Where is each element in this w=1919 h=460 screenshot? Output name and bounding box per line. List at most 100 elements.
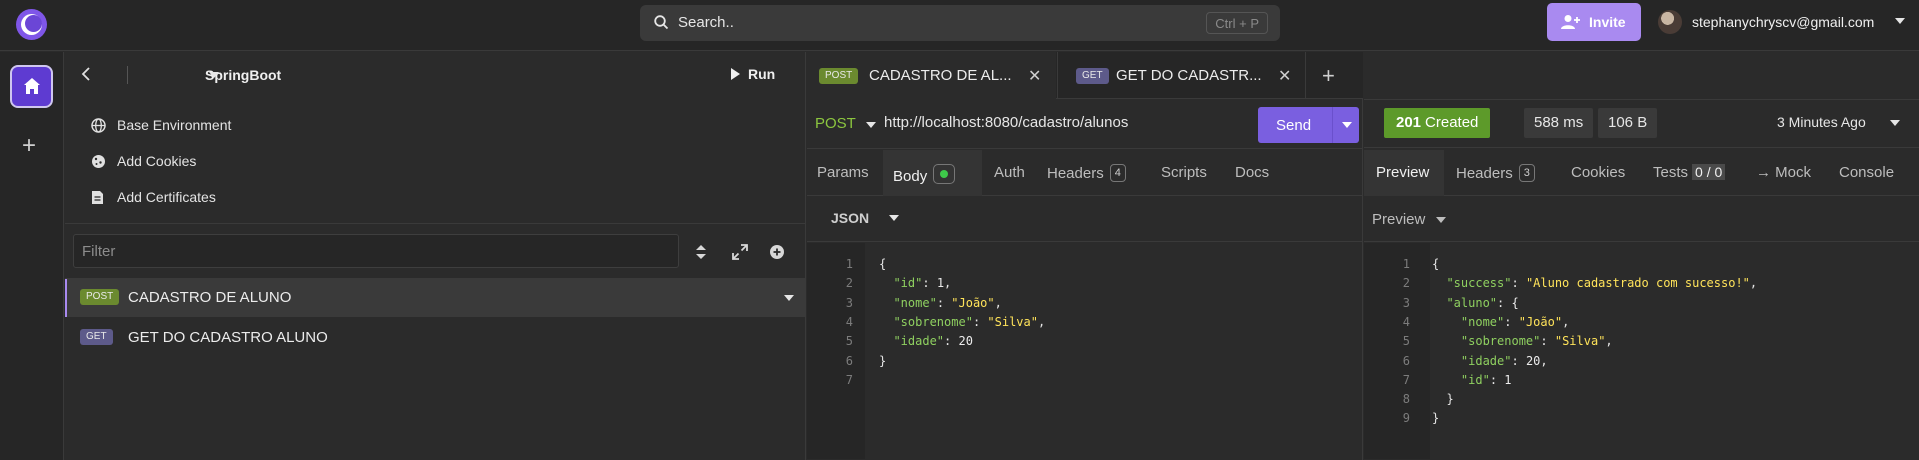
chevron-down-icon[interactable]: [784, 295, 794, 301]
response-body-viewer: 1 {2 "success": "Aluno cadastrado com suc…: [1364, 243, 1919, 459]
body-type-label: JSON: [831, 210, 870, 226]
tab-label: Console: [1839, 164, 1895, 181]
close-icon[interactable]: ✕: [1028, 66, 1041, 86]
request-body-editor[interactable]: 1 {2 "id": 1, 3 "nome": "João", 4 "sobrenom…: [807, 243, 1363, 459]
status-code: 201: [1396, 114, 1422, 131]
line-number: 1: [1402, 257, 1410, 271]
app-logo-icon[interactable]: [16, 9, 47, 40]
tab-mock[interactable]: → Mock: [1756, 150, 1811, 196]
home-icon: [24, 78, 40, 94]
url-bar: POST http://localhost:8080/cadastro/alun…: [807, 100, 1363, 149]
chevron-down-icon[interactable]: [866, 122, 876, 128]
close-icon[interactable]: ✕: [1278, 66, 1291, 86]
search-shortcut: Ctrl + P: [1206, 12, 1268, 34]
top-bar: Search.. Ctrl + P Invite stephanychryscv…: [0, 0, 1919, 51]
tab-auth[interactable]: Auth: [994, 150, 1025, 196]
line-number: 4: [1402, 314, 1410, 329]
cookie-icon: [92, 155, 105, 168]
add-user-icon: [1561, 15, 1580, 29]
line-number: 6: [1402, 353, 1410, 368]
add-request-icon[interactable]: [769, 244, 785, 260]
avatar[interactable]: [1658, 10, 1682, 34]
code-line: "aluno": {: [1446, 295, 1519, 310]
tab-params[interactable]: Params: [817, 150, 869, 196]
tab-preview[interactable]: Preview: [1364, 150, 1444, 196]
code-line: "idade": 20: [893, 334, 973, 349]
tab-label: Preview: [1376, 164, 1430, 181]
tab-headers[interactable]: Headers 3: [1456, 150, 1535, 196]
add-tab-icon[interactable]: +: [1322, 63, 1335, 89]
back-arrow-icon[interactable]: [81, 66, 91, 82]
request-tab[interactable]: GET GET DO CADASTR... ✕: [1057, 52, 1306, 99]
run-label: Run: [748, 66, 776, 82]
chevron-down-icon[interactable]: [1342, 122, 1352, 128]
tab-console[interactable]: Console: [1839, 150, 1894, 196]
tab-scripts[interactable]: Scripts: [1161, 150, 1207, 196]
line-number: 2: [845, 276, 853, 291]
sidebar: SpringBoot Run Base Environment Add Cook…: [65, 52, 806, 460]
request-tab[interactable]: POST CADASTRO DE AL... ✕: [807, 52, 1056, 99]
tab-cookies[interactable]: Cookies: [1571, 150, 1625, 196]
preview-mode-select[interactable]: Preview: [1364, 197, 1919, 242]
tab-label: Docs: [1235, 164, 1270, 181]
method-badge: GET: [1076, 68, 1109, 84]
expand-icon[interactable]: [732, 244, 748, 260]
code-line: {: [1432, 257, 1440, 271]
send-button[interactable]: Send: [1258, 107, 1359, 143]
add-project-icon[interactable]: +: [22, 132, 36, 160]
request-subtabs: Params Body Auth Headers 4 Scripts Docs: [807, 150, 1363, 196]
request-name: GET DO CADASTRO ALUNO: [128, 329, 328, 346]
line-number: 7: [845, 372, 853, 387]
response-subtabs: Preview Headers 3 Cookies Tests 0 / 0 → Mo…: [1364, 150, 1919, 196]
code-line: }: [1432, 392, 1454, 407]
left-rail: +: [0, 52, 64, 460]
code-line: }: [1432, 411, 1440, 426]
filter-input[interactable]: [73, 234, 679, 268]
chevron-down-icon[interactable]: [889, 215, 899, 221]
code-line: {: [879, 257, 887, 271]
url-input[interactable]: http://localhost:8080/cadastro/alunos: [884, 114, 1128, 131]
sort-icon[interactable]: [695, 244, 707, 260]
line-number: 9: [1402, 411, 1410, 426]
method-badge: POST: [80, 289, 120, 305]
chevron-down-icon[interactable]: [1890, 120, 1900, 126]
code-line: "sobrenome": "Silva",: [1460, 334, 1613, 349]
link-label: Add Certificates: [117, 189, 216, 205]
divider: [1332, 107, 1333, 143]
request-item[interactable]: POST CADASTRO DE ALUNO: [65, 279, 805, 317]
invite-button[interactable]: Invite: [1547, 3, 1641, 41]
tab-docs[interactable]: Docs: [1235, 150, 1269, 196]
tab-headers[interactable]: Headers 4: [1047, 150, 1126, 196]
method-select[interactable]: POST: [815, 115, 856, 132]
tab-tests[interactable]: Tests 0 / 0: [1653, 150, 1726, 196]
request-pane: POST CADASTRO DE AL... ✕ GET GET DO CADA…: [807, 52, 1363, 460]
line-number: 6: [845, 353, 853, 368]
link-label: Base Environment: [117, 117, 232, 133]
send-label: Send: [1276, 117, 1312, 134]
chevron-down-icon[interactable]: [209, 72, 219, 78]
search-bar[interactable]: Search.. Ctrl + P: [640, 5, 1280, 41]
headers-count: 4: [1109, 164, 1126, 182]
status-badge: 201 Created: [1384, 108, 1491, 138]
home-button[interactable]: [10, 65, 53, 108]
code-line: }: [879, 353, 887, 368]
run-button[interactable]: Run: [731, 66, 775, 82]
response-time-ago[interactable]: 3 Minutes Ago: [1777, 114, 1866, 130]
line-number: 5: [845, 334, 853, 349]
certificate-icon: [92, 191, 103, 204]
line-number: 8: [1402, 392, 1410, 407]
tab-body[interactable]: Body: [883, 150, 982, 196]
tab-label: → Mock: [1756, 164, 1812, 181]
chevron-down-icon[interactable]: [1436, 217, 1446, 223]
response-status-bar: 201 Created 588 ms 106 B 3 Minutes Ago: [1364, 99, 1919, 148]
tab-label: Headers: [1456, 165, 1513, 182]
body-type-select[interactable]: JSON: [807, 197, 1363, 242]
chevron-down-icon[interactable]: [1895, 18, 1905, 24]
request-item[interactable]: GET GET DO CADASTRO ALUNO: [65, 319, 805, 357]
body-status-icon: [933, 164, 956, 184]
user-email[interactable]: stephanychryscv@gmail.com: [1692, 14, 1874, 30]
line-number: 3: [1402, 295, 1410, 310]
tab-label: Headers: [1047, 165, 1104, 182]
code-line: "id": 1: [1460, 372, 1512, 387]
tab-name: GET DO CADASTR...: [1116, 67, 1262, 84]
